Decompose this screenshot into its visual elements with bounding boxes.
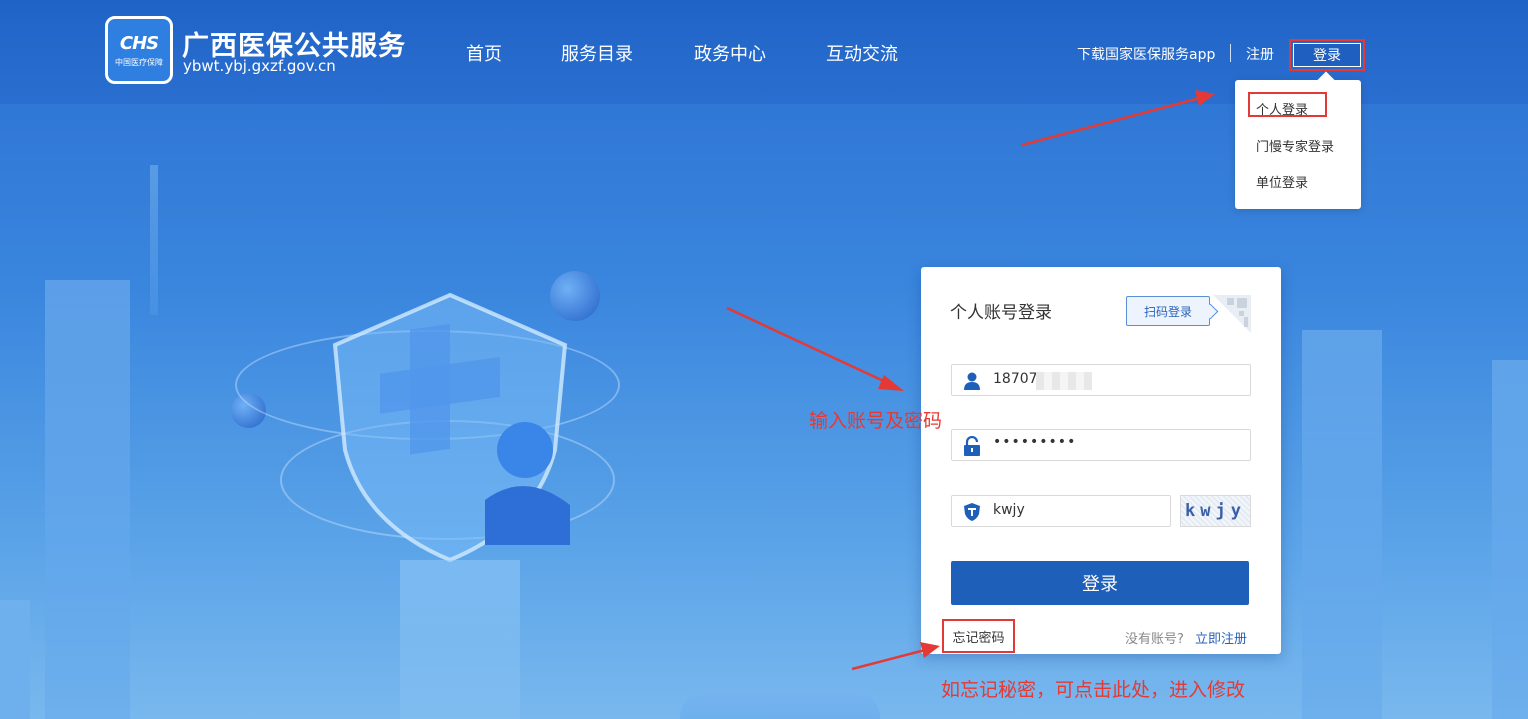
logo-sub-text: 中国医疗保障 — [115, 58, 163, 67]
nav-service-catalog[interactable]: 服务目录 — [561, 40, 633, 66]
password-field[interactable]: ••••••••• — [951, 429, 1251, 461]
qr-code-icon[interactable] — [1213, 295, 1251, 333]
download-app-link[interactable]: 下载国家医保服务app — [1077, 44, 1215, 64]
stadium — [680, 688, 880, 719]
site-url: ybwt.ybj.gxzf.gov.cn — [183, 57, 336, 75]
nav-home[interactable]: 首页 — [466, 40, 502, 66]
dropdown-unit-login[interactable]: 单位登录 — [1256, 172, 1308, 191]
captcha-field[interactable]: kwjy — [951, 495, 1171, 527]
account-field[interactable]: 18707 — [951, 364, 1251, 396]
login-card: 个人账号登录 扫码登录 18707 ••••••••• kwjy kwjy 登录… — [921, 267, 1281, 654]
account-value: 18707 — [993, 371, 1038, 387]
building-left-spire — [150, 165, 158, 315]
shield-t-icon — [964, 503, 980, 521]
logo-mark-text: CHS — [119, 33, 159, 54]
scan-login-button[interactable]: 扫码登录 — [1126, 296, 1210, 326]
user-icon — [964, 372, 980, 390]
annotation-input-hint: 输入账号及密码 — [809, 410, 943, 432]
nav-interaction[interactable]: 互动交流 — [826, 40, 898, 66]
annotation-forgot-hint: 如忘记秘密，可点击此处，进入修改 — [941, 679, 1246, 701]
arrow-to-account-field — [726, 306, 904, 391]
login-dropdown: 个人登录 门慢专家登录 单位登录 — [1235, 80, 1361, 209]
tower-stem — [400, 560, 520, 719]
building-left-small — [0, 600, 30, 719]
captcha-value: kwjy — [993, 502, 1025, 518]
shield-illustration — [332, 292, 570, 563]
password-value: ••••••••• — [993, 434, 1077, 450]
building-right-edge — [1492, 360, 1528, 719]
forgot-password-link[interactable]: 忘记密码 — [942, 619, 1015, 653]
account-mosaic — [1036, 372, 1092, 390]
login-submit-button[interactable]: 登录 — [951, 561, 1249, 605]
login-card-title: 个人账号登录 — [950, 303, 1052, 323]
nav-government-center[interactable]: 政务中心 — [694, 40, 766, 66]
no-account-text: 没有账号? — [1125, 632, 1184, 647]
building-left-tower — [45, 280, 130, 719]
login-button-header[interactable]: 登录 — [1293, 43, 1361, 67]
top-separator — [1230, 44, 1231, 62]
register-link[interactable]: 注册 — [1246, 44, 1274, 64]
dropdown-expert-login[interactable]: 门慢专家登录 — [1256, 136, 1334, 155]
lock-icon — [964, 436, 980, 456]
chs-logo[interactable]: CHS 中国医疗保障 — [105, 16, 173, 84]
login-highlight-box: 登录 — [1289, 39, 1365, 71]
dropdown-personal-login[interactable]: 个人登录 — [1256, 99, 1308, 118]
register-now-link[interactable]: 立即注册 — [1195, 628, 1247, 647]
captcha-image[interactable]: kwjy — [1180, 495, 1251, 527]
building-right-tower — [1302, 330, 1382, 719]
